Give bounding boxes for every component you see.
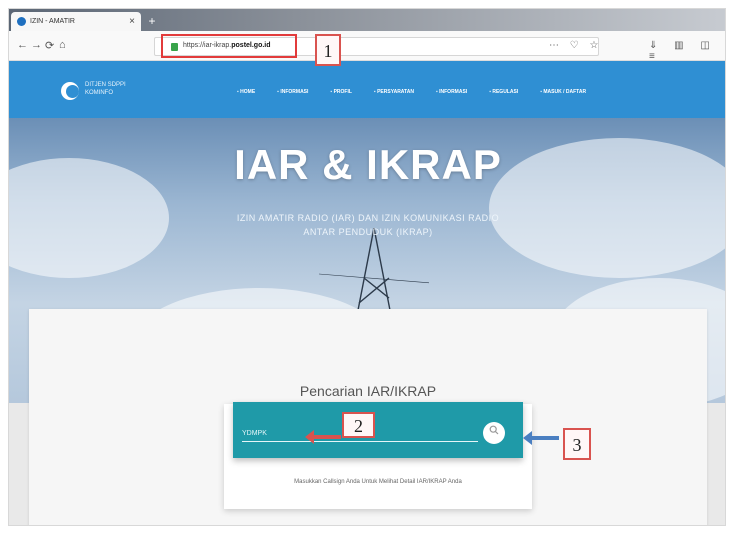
tab-title: IZIN - AMATIR bbox=[30, 18, 75, 25]
browser-window: IZIN - AMATIR × + ← → ⟳ ⌂ https://iar-ik… bbox=[8, 8, 726, 526]
favicon-icon bbox=[17, 17, 26, 26]
search-button[interactable] bbox=[483, 422, 505, 444]
new-tab-button[interactable]: + bbox=[145, 14, 159, 28]
arrow-to-input-icon bbox=[305, 430, 341, 444]
logo-icon[interactable] bbox=[61, 82, 79, 100]
back-icon[interactable]: ← bbox=[17, 39, 28, 51]
menu-item-login[interactable]: MASUK / DAFTAR bbox=[540, 89, 586, 95]
url-highlight-box bbox=[161, 34, 297, 58]
search-hint: Masukkan Callsign Anda Untuk Melihat Det… bbox=[294, 479, 462, 485]
main-menu: HOME INFORMASI PROFIL PERSYARATAN INFORM… bbox=[237, 89, 586, 95]
forward-icon[interactable]: → bbox=[31, 39, 42, 51]
site-header: DITJEN SDPPI KOMINFO HOME INFORMASI PROF… bbox=[9, 61, 725, 118]
menu-item-regulasi[interactable]: REGULASI bbox=[489, 89, 518, 95]
menu-item-informasi[interactable]: INFORMASI bbox=[277, 89, 308, 95]
navigation-bar: ← → ⟳ ⌂ https://iar-ikrap.postel.go.id ⋯… bbox=[9, 31, 725, 62]
home-icon[interactable]: ⌂ bbox=[59, 39, 66, 51]
browser-tab[interactable]: IZIN - AMATIR × bbox=[11, 12, 141, 31]
menu-item-persyaratan[interactable]: PERSYARATAN bbox=[374, 89, 414, 95]
annotation-label-2: 2 bbox=[342, 412, 375, 438]
tab-close-icon[interactable]: × bbox=[129, 16, 135, 27]
toolbar-icons[interactable]: ⇓ ▥ ◫ ≡ bbox=[649, 40, 725, 62]
brand-name[interactable]: DITJEN SDPPI KOMINFO bbox=[85, 81, 155, 97]
reload-icon[interactable]: ⟳ bbox=[45, 39, 54, 52]
hero-title: IAR & IKRAP bbox=[234, 141, 502, 188]
menu-item-informasi-2[interactable]: INFORMASI bbox=[436, 89, 467, 95]
arrow-to-button-icon bbox=[523, 431, 559, 445]
annotation-label-1: 1 bbox=[315, 34, 341, 66]
tab-strip: IZIN - AMATIR × + bbox=[9, 9, 725, 31]
page-actions-icons[interactable]: ⋯ ♡ ☆ bbox=[549, 40, 603, 51]
search-heading: Pencarian IAR/IKRAP bbox=[299, 383, 437, 399]
hero-subtitle: IZIN AMATIR RADIO (IAR) DAN IZIN KOMUNIK… bbox=[236, 213, 500, 237]
menu-item-home[interactable]: HOME bbox=[237, 89, 255, 95]
search-icon bbox=[489, 425, 499, 435]
menu-item-profil[interactable]: PROFIL bbox=[330, 89, 352, 95]
annotation-label-3: 3 bbox=[563, 428, 591, 460]
